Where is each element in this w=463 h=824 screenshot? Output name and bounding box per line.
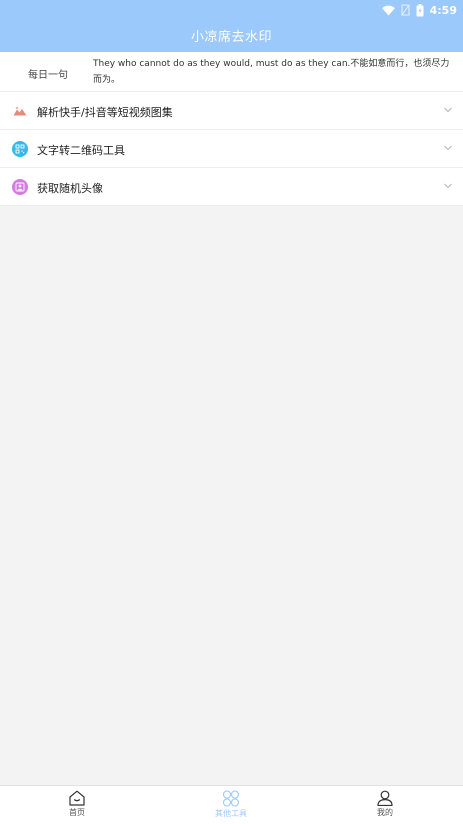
bottom-navigation: 首页 其他工具 我的 — [0, 785, 463, 824]
nav-mine[interactable]: 我的 — [345, 790, 425, 822]
chevron-down-icon[interactable] — [443, 105, 453, 115]
nav-label: 首页 — [69, 808, 85, 817]
no-sim-icon — [400, 4, 410, 16]
wifi-icon — [381, 5, 395, 15]
tool-text-to-qrcode[interactable]: 文字转二维码工具 — [0, 130, 463, 168]
home-icon — [69, 790, 85, 806]
daily-quote: 每日一句 They who cannot do as they would, m… — [0, 52, 463, 92]
tool-random-avatar[interactable]: 获取随机头像 — [0, 168, 463, 206]
tool-parse-short-video[interactable]: 解析快手/抖音等短视频图集 — [0, 92, 463, 130]
chevron-down-icon[interactable] — [443, 181, 453, 191]
page-title: 小凉席去水印 — [190, 30, 272, 45]
nav-home[interactable]: 首页 — [37, 790, 117, 822]
battery-icon — [416, 3, 424, 16]
tool-label: 解析快手/抖音等短视频图集 — [37, 106, 173, 119]
status-time: 4:59 — [429, 3, 457, 17]
nav-label: 我的 — [377, 808, 393, 817]
daily-quote-label: 每日一句 — [28, 70, 68, 81]
qrcode-icon — [12, 141, 28, 157]
tool-label: 文字转二维码工具 — [37, 144, 125, 157]
app-header: 4:59 小凉席去水印 — [0, 0, 463, 52]
daily-quote-text: They who cannot do as they would, must d… — [93, 59, 450, 85]
user-icon — [377, 790, 393, 806]
nav-other-tools[interactable]: 其他工具 — [191, 790, 271, 822]
image-icon — [12, 103, 28, 119]
tool-label: 获取随机头像 — [37, 182, 103, 195]
nav-label: 其他工具 — [215, 809, 247, 818]
chevron-down-icon[interactable] — [443, 143, 453, 153]
portrait-icon — [12, 179, 28, 195]
app-screen: 4:59 小凉席去水印 每日一句 They who cannot do as t… — [0, 0, 463, 824]
status-bar: 4:59 — [381, 2, 457, 18]
tools-icon — [222, 790, 240, 807]
